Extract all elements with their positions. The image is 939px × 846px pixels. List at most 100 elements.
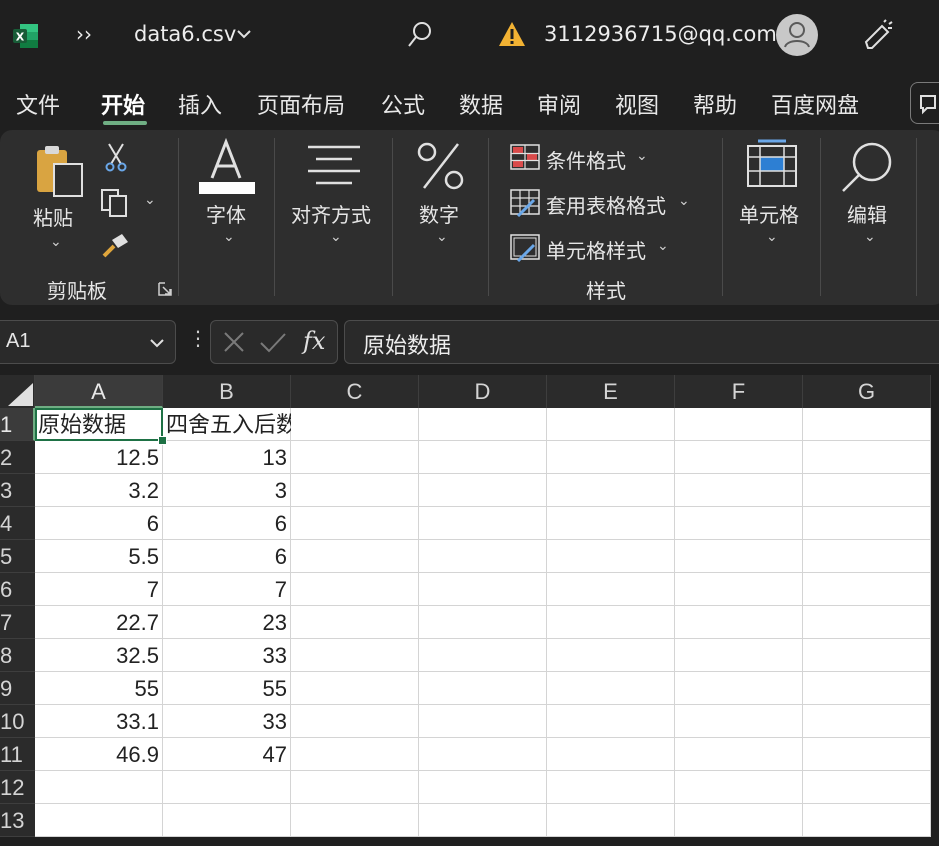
cell-B6[interactable]: 7 <box>163 573 291 606</box>
cell-D7[interactable] <box>419 606 547 639</box>
search-icon[interactable] <box>406 20 434 50</box>
editing-button[interactable]: 编辑 <box>847 199 887 228</box>
dialog-launcher-icon[interactable] <box>157 281 173 297</box>
cell-E6[interactable] <box>547 573 675 606</box>
cell-F11[interactable] <box>675 738 803 771</box>
cell-A6[interactable]: 7 <box>35 573 163 606</box>
cell-G6[interactable] <box>803 573 931 606</box>
cell-A1[interactable]: 原始数据 <box>35 408 163 441</box>
chevron-down-icon[interactable] <box>236 28 252 40</box>
cell-F10[interactable] <box>675 705 803 738</box>
tab-review[interactable]: 审阅 <box>537 88 581 120</box>
cancel-icon[interactable] <box>223 331 245 353</box>
cut-icon[interactable] <box>104 142 128 172</box>
tab-page-layout[interactable]: 页面布局 <box>257 88 345 120</box>
cell-B3[interactable]: 3 <box>163 474 291 507</box>
column-header[interactable]: G <box>803 375 931 408</box>
cell-B12[interactable] <box>163 771 291 804</box>
insert-function-button[interactable]: fx <box>303 327 325 355</box>
column-header[interactable]: F <box>675 375 803 408</box>
cell-F4[interactable] <box>675 507 803 540</box>
cell-C13[interactable] <box>291 804 419 837</box>
cell-C10[interactable] <box>291 705 419 738</box>
select-all-corner[interactable] <box>0 375 35 408</box>
cell-E1[interactable] <box>547 408 675 441</box>
copy-chevron-icon[interactable]: ⌄ <box>144 192 156 208</box>
cell-F1[interactable] <box>675 408 803 441</box>
cell-E2[interactable] <box>547 441 675 474</box>
cell-G12[interactable] <box>803 771 931 804</box>
enter-icon[interactable] <box>259 331 287 353</box>
worksheet[interactable]: A B C D E F G 1 原始数据 四舍五入后数据 2 12.5 13 3 3.2 3 4 6 6 5 5.5 6 6… <box>0 375 939 846</box>
conditional-format-button[interactable]: 条件格式 <box>546 145 626 174</box>
table-format-chevron-icon[interactable]: ⌄ <box>678 193 690 209</box>
cell-A2[interactable]: 12.5 <box>35 441 163 474</box>
cell-G9[interactable] <box>803 672 931 705</box>
cell-C3[interactable] <box>291 474 419 507</box>
editing-chevron-icon[interactable]: ⌄ <box>864 229 876 245</box>
cell-E11[interactable] <box>547 738 675 771</box>
cell-C6[interactable] <box>291 573 419 606</box>
cell-B7[interactable]: 23 <box>163 606 291 639</box>
cell-A8[interactable]: 32.5 <box>35 639 163 672</box>
cell-A11[interactable]: 46.9 <box>35 738 163 771</box>
cell-F13[interactable] <box>675 804 803 837</box>
cell-E10[interactable] <box>547 705 675 738</box>
cell-D8[interactable] <box>419 639 547 672</box>
table-format-button[interactable]: 套用表格格式 <box>546 190 666 219</box>
cell-E3[interactable] <box>547 474 675 507</box>
tab-data[interactable]: 数据 <box>459 88 503 120</box>
cell-G3[interactable] <box>803 474 931 507</box>
cell-E5[interactable] <box>547 540 675 573</box>
cell-G2[interactable] <box>803 441 931 474</box>
cell-B9[interactable]: 55 <box>163 672 291 705</box>
cell-D4[interactable] <box>419 507 547 540</box>
row-header[interactable]: 6 <box>0 573 35 606</box>
cell-A13[interactable] <box>35 804 163 837</box>
cell-C4[interactable] <box>291 507 419 540</box>
cell-E7[interactable] <box>547 606 675 639</box>
cell-F7[interactable] <box>675 606 803 639</box>
cells-icon[interactable] <box>746 138 798 188</box>
row-header[interactable]: 3 <box>0 474 35 507</box>
cell-C1[interactable] <box>291 408 419 441</box>
tab-view[interactable]: 视图 <box>615 88 659 120</box>
tab-help[interactable]: 帮助 <box>693 88 737 120</box>
tab-file[interactable]: 文件 <box>16 88 60 120</box>
conditional-format-icon[interactable] <box>510 144 540 170</box>
row-header[interactable]: 4 <box>0 507 35 540</box>
cell-C12[interactable] <box>291 771 419 804</box>
cell-E4[interactable] <box>547 507 675 540</box>
cell-A12[interactable] <box>35 771 163 804</box>
tab-formulas[interactable]: 公式 <box>381 88 425 120</box>
cell-G10[interactable] <box>803 705 931 738</box>
cell-F6[interactable] <box>675 573 803 606</box>
cell-F2[interactable] <box>675 441 803 474</box>
cell-E8[interactable] <box>547 639 675 672</box>
column-header[interactable]: E <box>547 375 675 408</box>
more-icon[interactable]: ⋮ <box>188 326 208 350</box>
cell-C7[interactable] <box>291 606 419 639</box>
cell-G5[interactable] <box>803 540 931 573</box>
comments-icon[interactable] <box>910 82 939 124</box>
account-email[interactable]: 3112936715@qq.com <box>544 22 777 46</box>
row-header[interactable]: 7 <box>0 606 35 639</box>
cell-D3[interactable] <box>419 474 547 507</box>
excel-icon[interactable]: X <box>12 22 40 50</box>
cell-G13[interactable] <box>803 804 931 837</box>
font-button[interactable]: 字体 <box>206 199 246 228</box>
formula-input[interactable]: 原始数据 <box>344 320 939 364</box>
paste-chevron-icon[interactable]: ⌄ <box>50 234 62 250</box>
column-header[interactable]: B <box>163 375 291 408</box>
cell-A4[interactable]: 6 <box>35 507 163 540</box>
column-header[interactable]: A <box>35 375 163 408</box>
cell-A3[interactable]: 3.2 <box>35 474 163 507</box>
font-icon[interactable] <box>198 138 256 196</box>
row-header[interactable]: 12 <box>0 771 35 804</box>
cell-B8[interactable]: 33 <box>163 639 291 672</box>
percent-icon[interactable] <box>416 142 466 190</box>
align-icon[interactable] <box>306 144 362 186</box>
avatar[interactable] <box>776 14 818 56</box>
editing-search-icon[interactable] <box>840 140 896 194</box>
row-header[interactable]: 13 <box>0 804 35 837</box>
